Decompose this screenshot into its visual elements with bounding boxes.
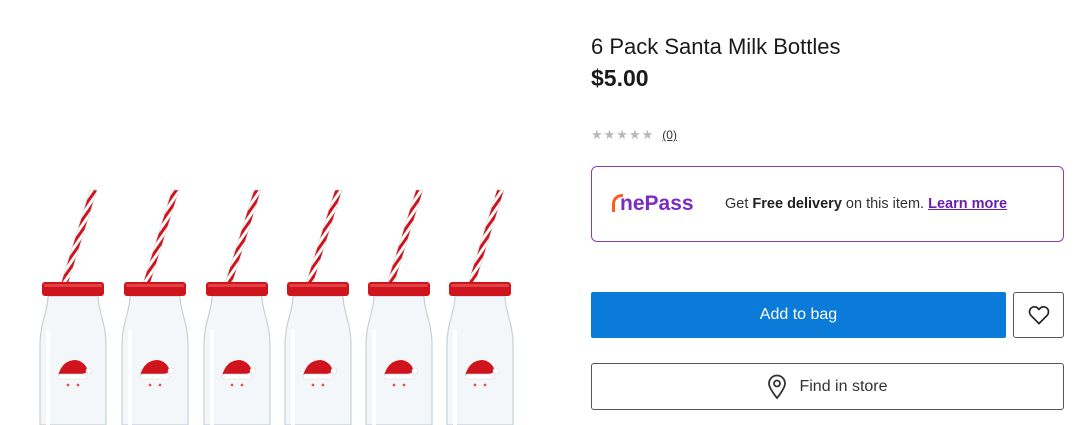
santa-hat-trim — [383, 373, 415, 380]
bottle-lid-shine — [370, 284, 428, 287]
onepass-text-prefix: Get — [725, 196, 753, 212]
santa-hat-pompom — [411, 367, 419, 375]
santa-hat-pompom — [85, 367, 93, 375]
santa-cheek — [321, 383, 325, 387]
bottle-highlight — [291, 330, 295, 425]
onepass-text-suffix: on this item. — [841, 196, 929, 212]
santa-cheek — [402, 383, 406, 387]
santa-cheek — [66, 383, 70, 387]
review-count-link[interactable]: (0) — [662, 128, 677, 142]
santa-cheek — [311, 383, 315, 387]
santa-cheek — [230, 383, 234, 387]
santa-hat-pompom — [330, 367, 338, 375]
add-to-bag-label: Add to bag — [759, 306, 838, 323]
product-title: 6 Pack Santa Milk Bottles — [591, 34, 841, 59]
santa-cheek — [76, 383, 80, 387]
santa-cheek — [483, 383, 487, 387]
santa-cheek — [158, 383, 162, 387]
bottle-straw — [222, 189, 262, 291]
bottle-straw — [303, 189, 343, 291]
santa-hat-trim — [302, 373, 334, 380]
bottle-highlight — [372, 330, 376, 425]
add-to-bag-button[interactable]: Add to bag — [591, 292, 1006, 338]
wishlist-button[interactable] — [1013, 292, 1064, 338]
bottle-lid-shine — [451, 284, 509, 287]
santa-hat-trim — [464, 373, 496, 380]
santa-cheek — [240, 383, 244, 387]
milk-bottles-illustration — [39, 189, 514, 425]
bottle-straw — [140, 189, 180, 291]
find-in-store-label: Find in store — [799, 377, 888, 395]
onepass-message: Get Free delivery on this item. Learn mo… — [725, 195, 1035, 213]
santa-cheek — [392, 383, 396, 387]
bottle-straw — [384, 189, 424, 291]
bottle-lid-shine — [289, 284, 347, 287]
santa-cheek — [473, 383, 477, 387]
bottle-highlight — [453, 330, 457, 425]
santa-hat-trim — [139, 373, 171, 380]
rating: ★★★★★ (0) — [591, 127, 677, 143]
santa-hat-trim — [57, 373, 89, 380]
santa-hat-pompom — [249, 367, 257, 375]
santa-hat-pompom — [167, 367, 175, 375]
onepass-logo: nePass — [612, 192, 725, 216]
onepass-logo-mark-icon — [612, 194, 623, 212]
bottle-lid-shine — [126, 284, 184, 287]
location-pin-icon — [768, 374, 787, 399]
bottle-highlight — [210, 330, 214, 425]
bottle-straw — [465, 189, 505, 291]
find-in-store-button[interactable]: Find in store — [591, 363, 1064, 410]
santa-hat-trim — [221, 373, 253, 380]
product-price: $5.00 — [591, 65, 649, 91]
learn-more-link[interactable]: Learn more — [928, 196, 1007, 212]
product-image[interactable] — [0, 0, 560, 425]
santa-hat-pompom — [492, 367, 500, 375]
onepass-banner: nePass Get Free delivery on this item. L… — [591, 166, 1064, 242]
heart-icon — [1028, 305, 1049, 325]
onepass-text-bold: Free delivery — [752, 196, 842, 212]
santa-cheek — [148, 383, 152, 387]
rating-stars-icon: ★★★★★ — [591, 127, 655, 142]
bottle-highlight — [46, 330, 50, 425]
bottle-straw — [58, 189, 98, 291]
bottle-highlight — [128, 330, 132, 425]
bottle-lid-shine — [44, 284, 102, 287]
onepass-logo-text: nePass — [620, 192, 694, 215]
bottle-lid-shine — [208, 284, 266, 287]
